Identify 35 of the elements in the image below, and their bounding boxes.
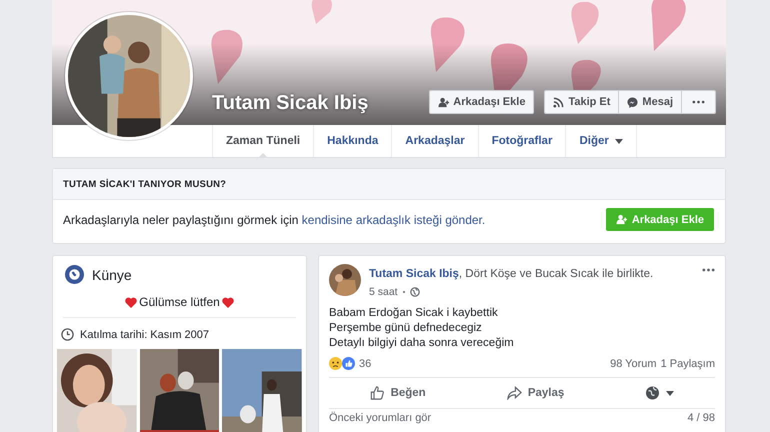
profile-tab[interactable]: Arkadaşlar	[391, 125, 478, 157]
card-title: TUTAM SİCAK'I TANIYOR MUSUN?	[63, 178, 226, 190]
sad-reaction-icon	[329, 357, 342, 370]
clock-icon	[61, 328, 74, 341]
profile-tab[interactable]: Hakkında	[313, 125, 392, 157]
share-count[interactable]: 1 Paylaşım	[660, 358, 715, 370]
intro-title: Künye	[92, 266, 132, 282]
friend-request-prompt: Arkadaşlarıyla neler paylaştığını görmek için kendisine arkadaşlık isteği gönder.	[63, 212, 486, 226]
post-text: Babam Erdoğan Sicak i kaybettik	[329, 306, 499, 321]
heart-icon	[125, 296, 138, 308]
profile-tab[interactable]: Fotoğraflar	[478, 125, 566, 157]
comment-count[interactable]: 98 Yorum	[610, 358, 657, 370]
share-arrow-icon	[506, 386, 522, 400]
like-reaction-icon	[342, 357, 355, 370]
post-text: Detaylı bilgiyi daha sonra vereceğim	[329, 336, 515, 351]
thumbs-up-icon	[370, 386, 385, 400]
previous-comments-link[interactable]: Önceki yorumları gör	[329, 412, 432, 424]
more-icon[interactable]	[702, 268, 715, 272]
friend-request-link[interactable]: kendisine arkadaşlık isteği gönder.	[302, 212, 486, 226]
join-date: Katılma tarihi: Kasım 2007	[80, 328, 210, 340]
post-time[interactable]: 5 saat	[369, 286, 398, 298]
separator-dot	[402, 291, 405, 293]
like-button[interactable]: Beğen	[364, 385, 432, 401]
post-text: Perşembe günü defnedecegiz	[329, 321, 483, 336]
bio-text: Gülümse lütfen	[139, 295, 220, 309]
share-button[interactable]: Paylaş	[500, 385, 570, 401]
caret-icon	[666, 390, 674, 396]
post-header: Tutam Sicak Ibiş, Dört Köşe ve Bucak Sıcak ile birlikte.	[369, 268, 654, 280]
heart-icon	[222, 296, 234, 308]
reaction-count[interactable]: 36	[359, 358, 372, 370]
comment-pager: 4 / 98	[687, 412, 715, 424]
profile-tab[interactable]: Diğer	[565, 125, 637, 157]
profile-tab[interactable]: Zaman Tüneli	[212, 125, 314, 157]
caret-icon	[614, 138, 623, 144]
add-friend-icon	[616, 214, 627, 225]
